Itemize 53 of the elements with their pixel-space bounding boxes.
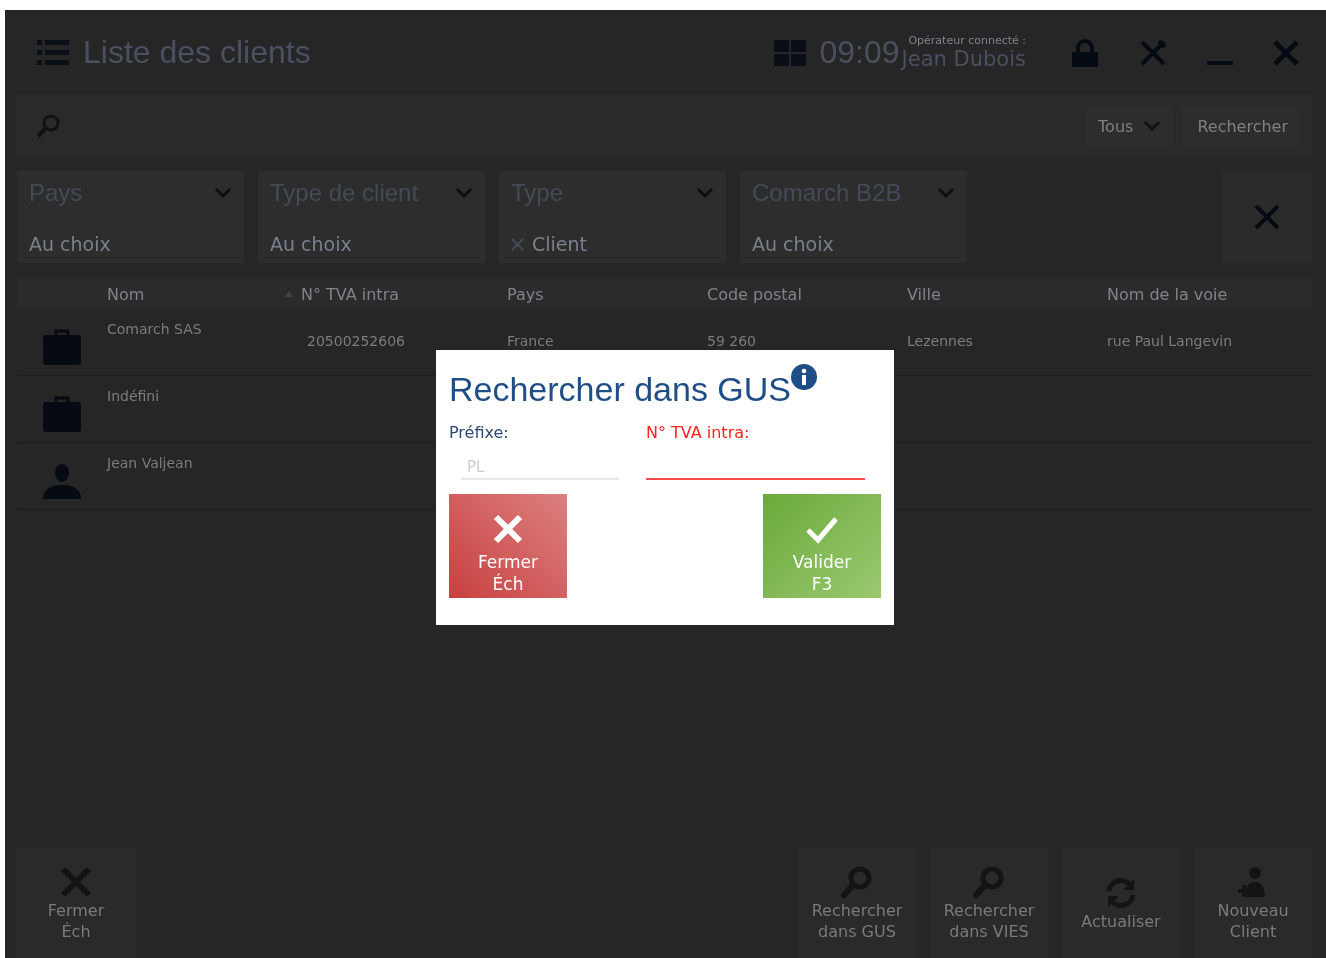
column-header[interactable]: Code postal <box>707 284 907 304</box>
search-bar[interactable]: Tous Rechercher <box>17 95 1312 157</box>
table-cell-text: Jean Valjean <box>107 455 194 473</box>
chevron-icon <box>696 187 714 199</box>
table-cell-text: Lezennes <box>907 333 974 349</box>
column-header[interactable]: N° TVA intra <box>285 284 507 304</box>
toolbar-button[interactable]: Actualiser <box>1062 848 1180 958</box>
field-label: N° TVA intra: <box>646 423 751 442</box>
column-header[interactable]: Ville <box>907 284 1107 304</box>
close-icon <box>493 514 523 544</box>
operator-label: Opérateur connecté : <box>908 34 1026 47</box>
dialog-title: Rechercher dans GUS <box>449 370 792 409</box>
table-cell-text: 20500252606 <box>307 333 406 349</box>
tools-icon[interactable] <box>1139 38 1167 67</box>
info-icon[interactable] <box>791 364 818 390</box>
filter-value: Au choix <box>29 233 112 255</box>
filter-value: Client <box>532 233 587 255</box>
filter-value: Au choix <box>270 233 353 255</box>
chevron-icon <box>455 187 473 199</box>
toolbar-button[interactable]: Rechercher dans GUS <box>798 848 916 958</box>
table-cell-text: France <box>507 333 555 349</box>
clear-filters-button[interactable] <box>1222 171 1312 263</box>
sort-arrow-icon <box>285 291 293 297</box>
briefcase-icon <box>43 329 81 365</box>
close-icon[interactable] <box>1273 39 1299 66</box>
filter-value: Au choix <box>752 233 835 255</box>
remove-icon[interactable] <box>511 237 524 251</box>
checkmark-icon <box>806 516 838 544</box>
table-cell-text: rue Paul Langevin <box>1107 333 1234 349</box>
toolbar-button[interactable]: Rechercher dans VIES <box>930 848 1048 958</box>
field-label: Préfixe: <box>449 423 510 442</box>
confirm-button[interactable]: Valider F3 <box>763 494 881 598</box>
close-icon <box>1254 204 1280 230</box>
column-header[interactable]: Pays <box>507 284 707 304</box>
chevron-icon <box>1143 120 1162 132</box>
chevron-icon <box>937 187 955 199</box>
table-cell-text: 59 260 <box>707 333 757 349</box>
table-cell-text: Comarch SAS <box>107 321 203 339</box>
close-button[interactable]: Fermer Éch <box>449 494 567 598</box>
window-title: Liste des clients <box>83 34 312 71</box>
person-icon <box>43 463 81 499</box>
toolbar-button[interactable]: Fermer Éch <box>17 848 135 958</box>
grid-icon[interactable] <box>773 39 806 66</box>
chevron-icon <box>214 187 232 199</box>
operator-name: Jean Dubois <box>901 47 1026 71</box>
lock-icon[interactable] <box>1071 38 1099 67</box>
briefcase-icon <box>43 396 81 432</box>
table-cell-text: Indéfini <box>107 388 161 406</box>
column-header[interactable]: Nom de la voie <box>1107 284 1312 304</box>
list-icon[interactable] <box>37 39 69 66</box>
search-icon <box>35 113 61 139</box>
clock-time: 09:09 <box>819 34 900 71</box>
toolbar-button[interactable]: Nouveau Client <box>1194 848 1312 958</box>
